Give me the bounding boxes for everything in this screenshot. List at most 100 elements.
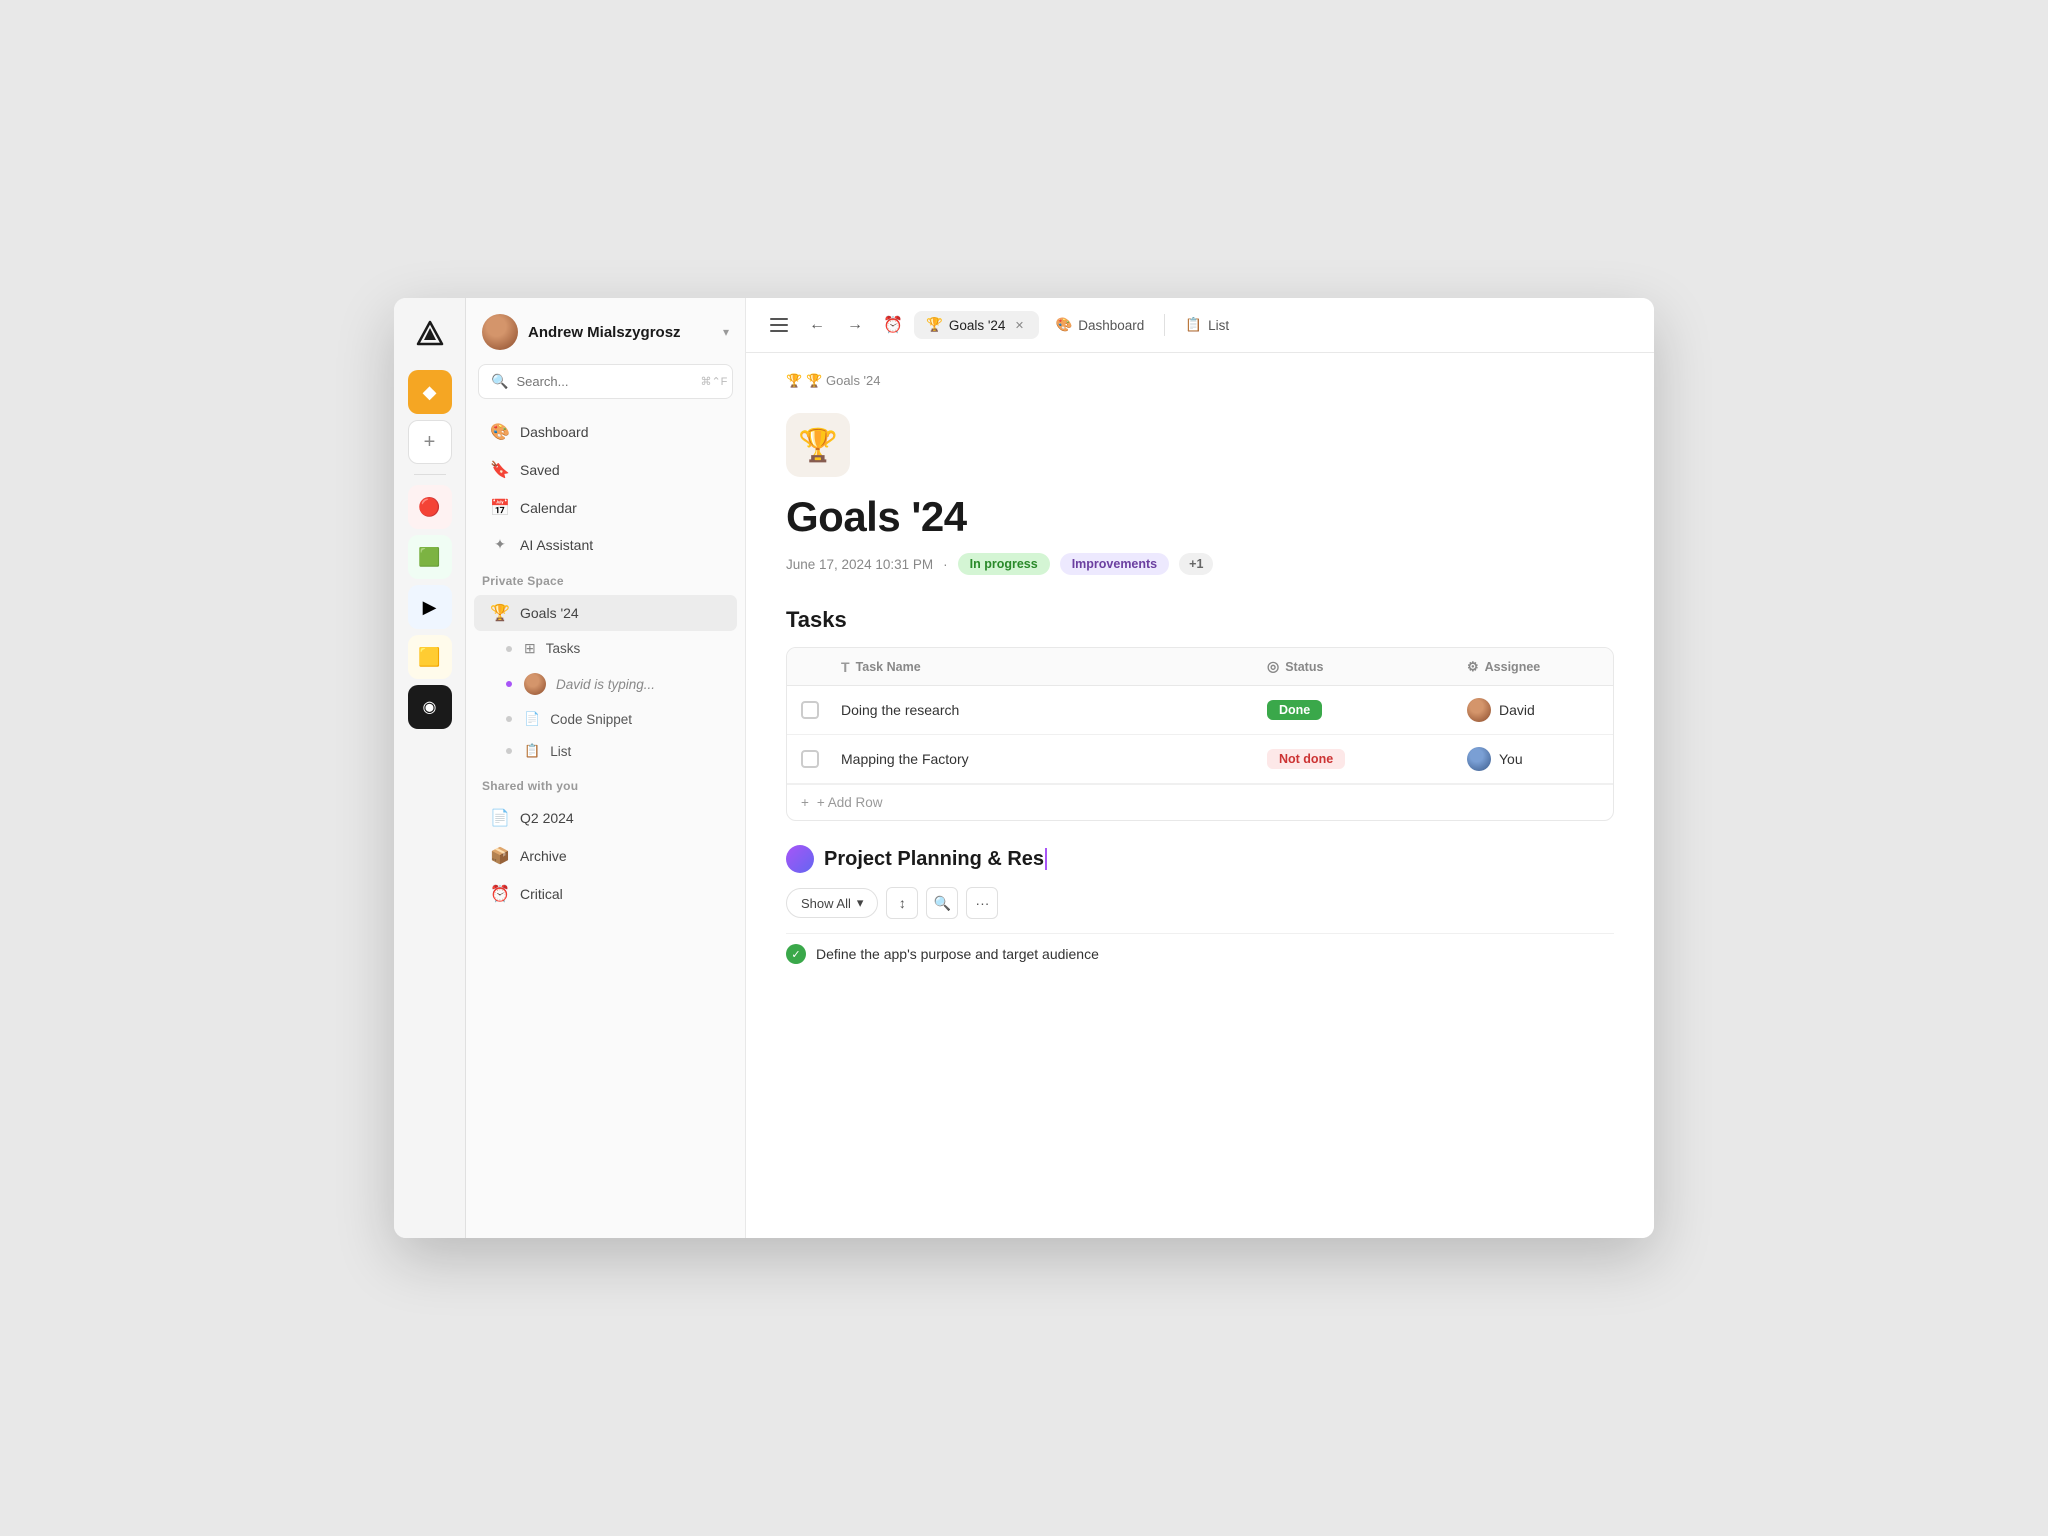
main-area: ← → ⏰ 🏆 Goals '24 ✕ 🎨 Dashboard (746, 298, 1654, 1238)
sidebar-item-critical[interactable]: ⏰ Critical (474, 876, 737, 912)
page-meta: June 17, 2024 10:31 PM · In progress Imp… (786, 553, 1614, 575)
archive-icon: 📦 (490, 846, 510, 866)
sub-dot-icon (506, 748, 512, 754)
row2-task-name: Mapping the Factory (841, 751, 969, 767)
show-all-label: Show All (801, 896, 851, 911)
breadcrumb-trophy-icon: 🏆 (786, 373, 802, 389)
username: Andrew Mialszygrosz (528, 324, 713, 341)
sidebar: Andrew Mialszygrosz ▾ 🔍 ⌘⌃F 🎨 Dashboard … (466, 298, 746, 1238)
sidebar-item-saved[interactable]: 🔖 Saved (474, 452, 737, 488)
workspace-icon-2: 🔴 (418, 497, 440, 518)
list-icon: 📋 (1185, 317, 1202, 333)
row1-status-badge[interactable]: Done (1267, 700, 1322, 720)
sidebar-subitem-typing[interactable]: David is typing... (474, 666, 737, 702)
workspace-button-5[interactable]: 🟨 (408, 635, 452, 679)
status-badge[interactable]: In progress (958, 553, 1050, 575)
workspace-button-3[interactable]: 🟩 (408, 535, 452, 579)
sub-dot-icon (506, 646, 512, 652)
table-row: Doing the research Done David (787, 686, 1613, 735)
sidebar-item-archive[interactable]: 📦 Archive (474, 838, 737, 874)
project-title-text: Project Planning & Res (824, 848, 1044, 870)
tab-dashboard[interactable]: 🎨 Dashboard (1043, 311, 1156, 339)
typing-label: David is typing... (556, 677, 655, 692)
page-date: June 17, 2024 10:31 PM (786, 557, 933, 572)
workspace-button-2[interactable]: 🔴 (408, 485, 452, 529)
add-workspace-button[interactable]: + (408, 420, 452, 464)
forward-button[interactable]: → (838, 308, 872, 342)
sidebar-subitem-code-snippet[interactable]: 📄 Code Snippet (474, 704, 737, 734)
app-window: ◆ + 🔴 🟩 ▶ 🟨 ◉ (394, 298, 1654, 1238)
th-status-label: Status (1285, 660, 1323, 674)
workspace-icon-1: ◆ (423, 382, 437, 403)
grid-icon: ⊞ (524, 640, 536, 657)
row1-checkbox-cell (787, 689, 827, 731)
row1-task-cell: Doing the research (827, 690, 1253, 730)
sidebar-subitem-list[interactable]: 📋 List (474, 736, 737, 766)
sidebar-item-label: Archive (520, 848, 567, 864)
sparkle-icon: ✦ (490, 536, 510, 553)
row2-status-badge[interactable]: Not done (1267, 749, 1345, 769)
sidebar-toggle-button[interactable] (762, 308, 796, 342)
sidebar-item-calendar[interactable]: 📅 Calendar (474, 490, 737, 526)
more-badge[interactable]: +1 (1179, 553, 1213, 575)
th-task-label: Task Name (856, 660, 921, 674)
app-logo (410, 314, 450, 354)
avatar (482, 314, 518, 350)
tab-goals[interactable]: 🏆 Goals '24 ✕ (914, 311, 1039, 339)
user-header[interactable]: Andrew Mialszygrosz ▾ (466, 298, 745, 364)
sidebar-item-q2[interactable]: 📄 Q2 2024 (474, 800, 737, 836)
table-row: Mapping the Factory Not done You (787, 735, 1613, 784)
icon-rail: ◆ + 🔴 🟩 ▶ 🟨 ◉ (394, 298, 466, 1238)
sidebar-item-label: Q2 2024 (520, 810, 574, 826)
row2-task-cell: Mapping the Factory (827, 739, 1253, 779)
add-row-label: + Add Row (817, 795, 883, 810)
sidebar-item-goals[interactable]: 🏆 Goals '24 (474, 595, 737, 631)
more-options-button[interactable]: ··· (966, 887, 998, 919)
sidebar-item-label: Critical (520, 886, 563, 902)
project-section: Project Planning & Res Show All ▾ ↕ 🔍 (786, 845, 1614, 974)
row1-status-cell: Done (1253, 688, 1453, 732)
workspace-icon-6: ◉ (423, 697, 437, 717)
search-icon: 🔍 (934, 895, 951, 912)
more-icon: ··· (975, 895, 989, 911)
forward-icon: → (847, 316, 863, 334)
search-filter-button[interactable]: 🔍 (926, 887, 958, 919)
sidebar-toggle-icon (770, 318, 788, 332)
rail-divider-1 (414, 474, 446, 475)
sub-dot-purple-icon (506, 681, 512, 687)
sidebar-item-ai[interactable]: ✦ AI Assistant (474, 528, 737, 561)
palette-icon: 🎨 (1055, 317, 1072, 333)
add-row-button[interactable]: + + Add Row (787, 784, 1613, 820)
project-title: Project Planning & Res (824, 848, 1047, 871)
sort-button[interactable]: ↕ (886, 887, 918, 919)
row1-checkbox[interactable] (801, 701, 819, 719)
text-icon: T (841, 659, 850, 675)
reminder-button[interactable]: ⏰ (876, 308, 910, 342)
meta-dot: · (943, 557, 948, 572)
task-check-icon: ✓ (786, 944, 806, 964)
search-bar[interactable]: 🔍 ⌘⌃F (478, 364, 733, 399)
sidebar-item-dashboard[interactable]: 🎨 Dashboard (474, 414, 737, 450)
private-space-label: Private Space (466, 562, 745, 594)
search-input[interactable] (516, 374, 692, 389)
show-all-button[interactable]: Show All ▾ (786, 888, 878, 918)
workspace-button-6[interactable]: ◉ (408, 685, 452, 729)
breadcrumb: 🏆 🏆 Goals '24 (786, 373, 1614, 389)
sort-icon: ↕ (899, 895, 906, 911)
back-button[interactable]: ← (800, 308, 834, 342)
improvements-badge[interactable]: Improvements (1060, 553, 1169, 575)
tab-close-button[interactable]: ✕ (1011, 317, 1027, 333)
sidebar-subitem-tasks[interactable]: ⊞ Tasks (474, 633, 737, 664)
filter-bar: Show All ▾ ↕ 🔍 ··· (786, 887, 1614, 919)
tab-list[interactable]: 📋 List (1173, 311, 1241, 339)
sidebar-subitem-label: Tasks (546, 641, 581, 656)
workspace-icon-4: ▶ (423, 597, 437, 618)
add-icon: + (801, 795, 809, 810)
document-icon: 📄 (490, 808, 510, 828)
row2-checkbox[interactable] (801, 750, 819, 768)
workspace-button-4[interactable]: ▶ (408, 585, 452, 629)
workspace-button-1[interactable]: ◆ (408, 370, 452, 414)
trophy-icon: 🏆 (490, 603, 510, 623)
th-checkbox (787, 648, 827, 685)
shared-label: Shared with you (466, 767, 745, 799)
